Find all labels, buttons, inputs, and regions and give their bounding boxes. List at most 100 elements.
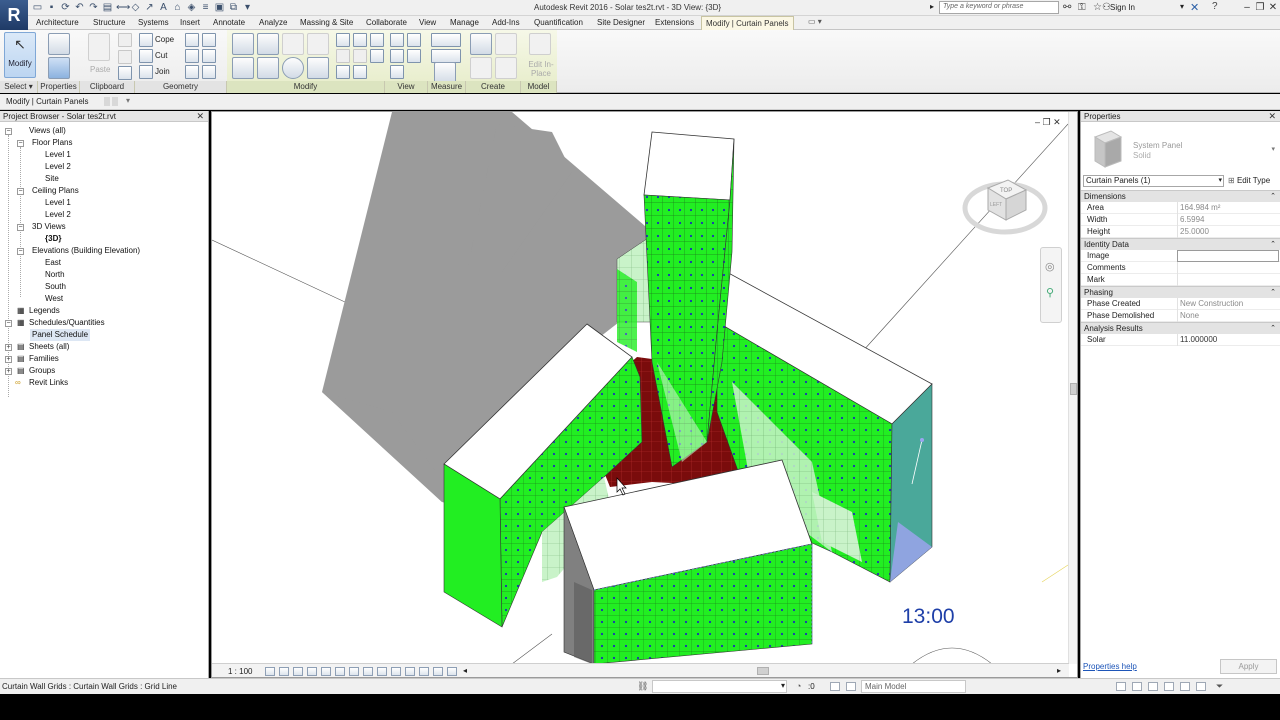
align-icon[interactable] (232, 33, 254, 55)
tree-item-ceiling-level-1[interactable]: Level 1 (45, 197, 71, 209)
tree-item-revit-links[interactable]: Revit Links (29, 377, 68, 389)
collapse-icon[interactable]: − (17, 188, 24, 195)
close-icon[interactable]: ✕ (196, 111, 204, 122)
edit-type-button[interactable]: ⊞ Edit Type (1228, 175, 1270, 187)
cut-button[interactable]: Cut (155, 51, 167, 60)
beam-join-icon[interactable] (185, 65, 199, 79)
tree-item-ceiling-plans[interactable]: Ceiling Plans (32, 185, 79, 197)
view-scale[interactable]: 1 : 100 (228, 667, 252, 676)
comments-field[interactable] (1177, 262, 1279, 274)
exclude-options-icon[interactable] (846, 682, 856, 691)
redo-icon[interactable]: ↷ (88, 2, 99, 13)
section-icon[interactable]: ◈ (186, 2, 197, 13)
move-icon[interactable] (232, 57, 254, 79)
unlock-view-icon[interactable] (363, 667, 373, 676)
expand-icon[interactable]: + (5, 368, 12, 375)
properties-icon[interactable] (48, 57, 70, 79)
offset-icon[interactable] (257, 33, 279, 55)
tab-structure[interactable]: Structure (93, 18, 125, 27)
collapse-icon[interactable]: − (5, 320, 12, 327)
sync-icon[interactable]: ⟳ (60, 2, 71, 13)
tab-annotate[interactable]: Annotate (213, 18, 245, 27)
horizontal-scroll-thumb[interactable] (757, 667, 769, 675)
model-scene[interactable] (212, 112, 1068, 664)
tab-modify-curtain-panels[interactable]: Modify | Curtain Panels (701, 16, 794, 31)
wall-joins-icon[interactable] (185, 49, 199, 63)
select-underlay-icon[interactable] (1132, 682, 1142, 691)
tab-quantification[interactable]: Quantification (534, 18, 583, 27)
select-pinned-icon[interactable] (1148, 682, 1158, 691)
analysis-display-icon[interactable] (419, 667, 429, 676)
drag-on-selection-icon[interactable] (1180, 682, 1190, 691)
crop-region-icon[interactable] (349, 667, 359, 676)
paint-icon[interactable] (202, 33, 216, 47)
dimension-aligned-icon[interactable] (431, 49, 461, 63)
type-dropdown-icon[interactable]: ▾ (1271, 145, 1275, 153)
tab-view[interactable]: View (419, 18, 436, 27)
tree-item-3d-views[interactable]: 3D Views (32, 221, 66, 233)
render-icon[interactable] (321, 667, 331, 676)
phase-created-field[interactable]: New Construction (1177, 298, 1279, 310)
3d-view-icon[interactable]: ⌂ (172, 2, 183, 13)
cope-button[interactable]: Cope (155, 35, 174, 44)
workset-dropdown-icon[interactable]: ▾ (781, 681, 785, 690)
instance-filter-dropdown[interactable]: Curtain Panels (1) ▾ (1083, 175, 1224, 187)
help-icon[interactable]: ? (1212, 1, 1218, 12)
apply-button[interactable]: Apply (1220, 659, 1277, 674)
ribbon-minimize-icon[interactable]: ▭ ▾ (808, 17, 822, 26)
tab-architecture[interactable]: Architecture (36, 18, 79, 27)
tree-item-east[interactable]: East (45, 257, 61, 269)
close-hidden-icon[interactable]: ▣ (214, 2, 225, 13)
override-graphics-icon[interactable] (407, 33, 421, 47)
viewcube[interactable]: TOP LEFT (960, 172, 1050, 242)
section-phasing[interactable]: Phasing ⌃ (1081, 286, 1280, 298)
demolish-icon[interactable] (202, 49, 216, 63)
tree-item-panel-schedule[interactable]: Panel Schedule (30, 329, 91, 341)
tree-item-floor-plans[interactable]: Floor Plans (32, 137, 72, 149)
section-dimensions[interactable]: Dimensions ⌃ (1081, 190, 1280, 202)
select-group-label[interactable]: Select ▾ (0, 81, 38, 93)
tree-item-ceiling-level-2[interactable]: Level 2 (45, 209, 71, 221)
measure-line-icon[interactable] (431, 33, 461, 47)
tree-item-sheets[interactable]: Sheets (all) (29, 341, 69, 353)
scroll-right-icon[interactable]: ▸ (1057, 666, 1061, 675)
unpin-icon[interactable] (353, 65, 367, 79)
mark-field[interactable] (1177, 274, 1279, 286)
qat-dropdown-icon[interactable]: ▾ (242, 2, 253, 13)
select-by-face-icon[interactable] (1164, 682, 1174, 691)
properties-help-link[interactable]: Properties help (1083, 662, 1137, 671)
tab-systems[interactable]: Systems (138, 18, 169, 27)
search-expand-icon[interactable]: ▸ (930, 2, 934, 11)
section-identity-data[interactable]: Identity Data ⌃ (1081, 238, 1280, 250)
modify-button[interactable]: ↖ Modify (4, 32, 36, 78)
tab-manage[interactable]: Manage (450, 18, 479, 27)
collapse-section-icon[interactable]: ⌃ (1270, 287, 1276, 298)
type-selector[interactable]: System Panel Solid ▾ (1083, 125, 1277, 175)
shadows-icon[interactable] (307, 667, 317, 676)
design-option-dropdown[interactable]: Main Model (861, 680, 966, 693)
grid-line-handle[interactable] (920, 438, 924, 442)
temp-view-props-icon[interactable] (405, 667, 415, 676)
crop-view-icon[interactable] (335, 667, 345, 676)
close-view-icon[interactable]: ✕ (1053, 117, 1061, 127)
phase-demolished-field[interactable]: None (1177, 310, 1279, 322)
3d-viewport[interactable]: 13:00 – ❐ ✕ TOP LEFT ◎ ⚲ 1 : 100 ◂ ▸ (211, 111, 1078, 678)
pin-icon[interactable] (370, 49, 384, 63)
tab-massing-site[interactable]: Massing & Site (300, 18, 353, 27)
tree-item-west[interactable]: West (45, 293, 63, 305)
minimize-button[interactable]: – (1240, 1, 1254, 14)
create-similar-icon[interactable] (470, 33, 492, 55)
zoom-region-icon[interactable]: ⚲ (1046, 286, 1054, 299)
exchange-apps-icon[interactable]: ✕ (1190, 1, 1199, 14)
print-icon[interactable]: ▤ (102, 2, 113, 13)
select-links-icon[interactable] (1116, 682, 1126, 691)
tree-item-legends[interactable]: Legends (29, 305, 60, 317)
viewcube-top-label[interactable]: TOP (1000, 188, 1012, 194)
revit-logo-icon[interactable]: R (0, 0, 28, 30)
collapse-icon[interactable]: − (17, 140, 24, 147)
dimension-icon[interactable]: ↗ (144, 2, 155, 13)
visual-style-icon[interactable] (279, 667, 289, 676)
tree-item-groups[interactable]: Groups (29, 365, 55, 377)
search-input[interactable]: Type a keyword or phrase (939, 1, 1059, 14)
close-button[interactable]: ✕ (1266, 1, 1280, 14)
